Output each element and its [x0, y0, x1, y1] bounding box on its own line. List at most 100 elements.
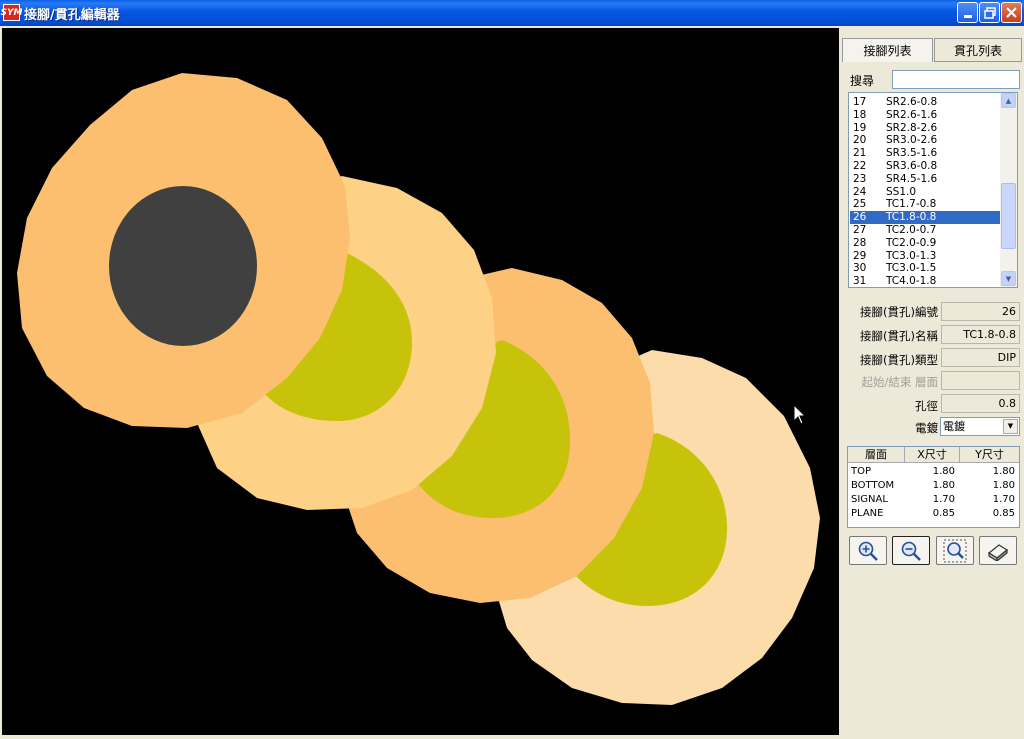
zoom-in-icon — [858, 541, 878, 561]
plating-label: 電鍍 — [915, 421, 938, 435]
scroll-up-button[interactable]: ▲ — [1001, 93, 1016, 108]
dropdown-arrow-icon[interactable]: ▼ — [1003, 419, 1018, 434]
list-item-name: SS1.0 — [886, 185, 917, 198]
list-item-number: 30 — [853, 262, 867, 275]
list-item-name: SR3.6-0.8 — [886, 160, 938, 172]
list-item-number: 17 — [853, 96, 867, 108]
minimize-icon — [963, 15, 972, 18]
table-cell-layer[interactable]: BOTTOM — [851, 479, 905, 493]
list-item-number: 25 — [853, 198, 867, 211]
list-item-number: 28 — [853, 236, 867, 249]
hole-size-label: 孔徑 — [915, 399, 938, 413]
column-header-y-size[interactable]: Y尺寸 — [960, 447, 1019, 463]
list-item[interactable]: 18 SR2.6-1.6 — [850, 109, 1001, 122]
list-item-name: TC2.0-0.9 — [886, 236, 937, 249]
plating-select-value: 電鍍 — [943, 420, 965, 433]
list-item[interactable]: 22 SR3.6-0.8 — [850, 160, 1001, 173]
list-item-number: 29 — [853, 249, 867, 262]
list-scrollbar[interactable]: ▲ ▼ — [1000, 93, 1017, 287]
zoom-fit-icon — [943, 539, 967, 562]
list-item-number: 24 — [853, 185, 867, 198]
list-item[interactable]: 23 SR4.5-1.6 — [850, 173, 1001, 186]
list-item-number: 26 — [853, 211, 867, 224]
tab-via-list[interactable]: 貫孔列表 — [934, 38, 1022, 62]
list-item-name: TC1.7-0.8 — [886, 198, 937, 211]
eraser-button[interactable] — [979, 536, 1017, 565]
list-item[interactable]: 24 SS1.0 — [850, 186, 1001, 199]
layer-size-table[interactable]: 層面 X尺寸 Y尺寸 TOP 1.80 1.80 BOTTOM 1.80 1.80 SIGN… — [847, 446, 1020, 528]
list-item-number: 18 — [853, 108, 867, 121]
table-cell-x-size[interactable]: 1.70 — [905, 493, 955, 507]
chevron-down-icon: ▼ — [1005, 274, 1012, 283]
column-header-layer[interactable]: 層面 — [848, 447, 905, 463]
search-label: 搜尋 — [850, 74, 875, 88]
table-cell-y-size[interactable]: 1.80 — [960, 479, 1015, 493]
table-cell-layer[interactable]: SIGNAL — [851, 493, 905, 507]
table-cell-layer[interactable]: TOP — [851, 465, 905, 479]
list-item[interactable]: 31 TC4.0-1.8 — [850, 275, 1001, 288]
list-item-name: TC2.0-0.7 — [886, 224, 937, 236]
side-panel: 接腳列表 貫孔列表 搜尋 17 SR2.6-0.8 18 SR2.6-1.6 19 SR2… — [840, 28, 1024, 739]
table-cell-layer[interactable]: PLANE — [851, 507, 905, 521]
drill-hole — [109, 186, 257, 346]
list-item[interactable]: 29 TC3.0-1.3 — [850, 250, 1001, 263]
table-cell-x-size[interactable]: 1.80 — [905, 465, 955, 479]
table-cell-y-size[interactable]: 1.80 — [960, 465, 1015, 479]
close-button[interactable] — [1001, 2, 1022, 23]
list-item-number: 22 — [853, 160, 867, 172]
list-item-name: TC3.0-1.3 — [886, 249, 937, 262]
list-item-name: TC4.0-1.8 — [886, 275, 937, 288]
column-header-x-size[interactable]: X尺寸 — [905, 447, 960, 463]
list-item-name: SR2.8-2.6 — [886, 121, 938, 134]
pin-type-label: 接腳(貫孔)類型 — [860, 353, 938, 367]
list-item[interactable]: 30 TC3.0-1.5 — [850, 262, 1001, 275]
table-cell-y-size[interactable]: 0.85 — [960, 507, 1015, 521]
window-title: 接腳/貫孔編輯器 — [24, 8, 120, 23]
list-item[interactable]: 19 SR2.8-2.6 — [850, 122, 1001, 135]
list-item[interactable]: 28 TC2.0-0.9 — [850, 237, 1001, 250]
list-item[interactable]: 20 SR3.0-2.6 — [850, 134, 1001, 147]
pin-id-label: 接腳(貫孔)編號 — [860, 305, 938, 319]
pin-name-field: TC1.8-0.8 — [941, 325, 1020, 344]
list-item[interactable]: 26 TC1.8-0.8 — [850, 211, 1001, 225]
table-cell-y-size[interactable]: 1.70 — [960, 493, 1015, 507]
scroll-thumb[interactable] — [1001, 183, 1016, 249]
search-input[interactable] — [892, 70, 1020, 89]
scroll-down-button[interactable]: ▼ — [1001, 271, 1016, 286]
list-item-name: TC3.0-1.5 — [886, 262, 937, 275]
tab-pin-list[interactable]: 接腳列表 — [842, 38, 933, 62]
list-item-name: SR3.0-2.6 — [886, 134, 938, 147]
restore-button[interactable] — [979, 2, 1000, 23]
table-cell-x-size[interactable]: 0.85 — [905, 507, 955, 521]
start-end-layer-field — [941, 371, 1020, 390]
zoom-out-button[interactable] — [892, 536, 930, 565]
plating-select[interactable]: 電鍍 ▼ — [940, 417, 1020, 436]
list-item-name: SR3.5-1.6 — [886, 147, 938, 160]
mouse-cursor-icon — [793, 404, 807, 425]
eraser-icon — [987, 543, 1009, 561]
list-item-number: 23 — [853, 172, 867, 185]
list-item-number: 31 — [853, 275, 867, 288]
minimize-button[interactable] — [957, 2, 978, 23]
list-item-number: 19 — [853, 121, 867, 134]
zoom-in-button[interactable] — [849, 536, 887, 565]
list-item-name: SR2.6-1.6 — [886, 108, 938, 121]
table-cell-x-size[interactable]: 1.80 — [905, 479, 955, 493]
pin-type-field: DIP — [941, 348, 1020, 367]
pin-list[interactable]: 17 SR2.6-0.8 18 SR2.6-1.6 19 SR2.8-2.6 20 SR3.0… — [848, 92, 1018, 288]
hole-size-field: 0.8 — [941, 394, 1020, 413]
list-item[interactable]: 17 SR2.6-0.8 — [850, 96, 1001, 109]
app-icon: SYM — [1, 4, 22, 21]
zoom-fit-button[interactable] — [936, 536, 974, 565]
list-item-number: 20 — [853, 134, 867, 147]
list-item-number: 21 — [853, 147, 867, 160]
pad-preview-canvas[interactable] — [2, 28, 839, 735]
list-item[interactable]: 21 SR3.5-1.6 — [850, 147, 1001, 160]
list-item-name: TC1.8-0.8 — [886, 211, 937, 224]
pin-name-label: 接腳(貫孔)名稱 — [860, 329, 938, 343]
restore-icon — [983, 6, 996, 19]
list-item[interactable]: 27 TC2.0-0.7 — [850, 224, 1001, 237]
list-item[interactable]: 25 TC1.7-0.8 — [850, 198, 1001, 211]
zoom-out-icon — [901, 541, 921, 561]
list-item-name: SR4.5-1.6 — [886, 172, 938, 185]
